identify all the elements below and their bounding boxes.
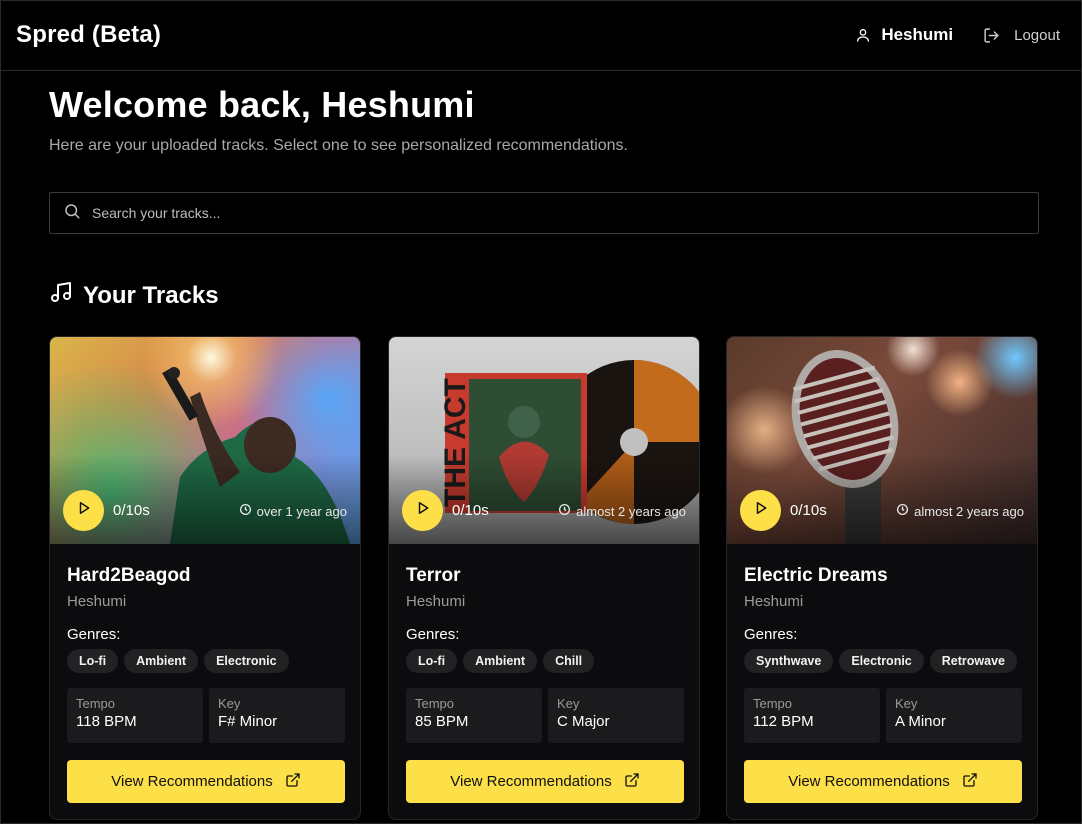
user-icon <box>855 27 871 43</box>
genre-chip: Ambient <box>124 649 199 673</box>
upload-time: over 1 year ago <box>239 503 347 519</box>
section-heading: Your Tracks <box>49 280 219 311</box>
genres-label: Genres: <box>744 626 798 643</box>
key-stat: Key C Major <box>548 688 684 743</box>
music-note-icon <box>49 280 73 311</box>
genre-chip: Ambient <box>463 649 538 673</box>
key-label: Key <box>218 696 241 711</box>
key-label: Key <box>895 696 918 711</box>
tempo-label: Tempo <box>415 696 455 711</box>
logout-label: Logout <box>1014 26 1060 44</box>
tempo-value: 112 BPM <box>753 713 814 730</box>
key-value: F# Minor <box>218 713 278 730</box>
genre-chip: Synthwave <box>744 649 834 673</box>
search-icon <box>63 202 81 225</box>
track-title: Electric Dreams <box>744 565 888 586</box>
external-link-icon <box>962 772 978 792</box>
track-title: Hard2Beagod <box>67 565 191 586</box>
genre-list: Synthwave Electronic Retrowave <box>744 649 1017 673</box>
upload-time: almost 2 years ago <box>558 503 686 519</box>
external-link-icon <box>285 772 301 792</box>
track-artist: Heshumi <box>744 593 804 610</box>
tempo-value: 85 BPM <box>415 713 469 730</box>
track-card[interactable]: 0/10s over 1 year ago Hard2Beagod Heshum… <box>49 336 361 820</box>
key-value: A Minor <box>895 713 946 730</box>
tempo-label: Tempo <box>753 696 793 711</box>
upload-time: almost 2 years ago <box>896 503 1024 519</box>
app-title: Spred (Beta) <box>16 21 162 48</box>
search-input[interactable] <box>92 205 992 221</box>
play-icon <box>77 501 91 520</box>
tempo-stat: Tempo 118 BPM <box>67 688 203 743</box>
genre-chip: Chill <box>543 649 595 673</box>
view-recommendations-button[interactable]: View Recommendations <box>744 760 1022 803</box>
track-artwork: 0/10s almost 2 years ago <box>727 337 1037 544</box>
track-artist: Heshumi <box>406 593 466 610</box>
user-menu[interactable]: Heshumi <box>855 25 953 45</box>
playback-timer: 0/10s <box>790 502 827 519</box>
key-value: C Major <box>557 713 610 730</box>
genre-chip: Lo-fi <box>67 649 119 673</box>
external-link-icon <box>624 772 640 792</box>
playback-timer: 0/10s <box>452 502 489 519</box>
page-title: Welcome back, Heshumi <box>49 84 475 125</box>
header-actions: Heshumi Logout <box>855 25 1060 45</box>
clock-icon <box>239 503 252 519</box>
tempo-label: Tempo <box>76 696 116 711</box>
button-label: View Recommendations <box>111 773 273 790</box>
clock-icon <box>896 503 909 519</box>
track-card[interactable]: THE ACT 0/10s almost 2 years ago Terror … <box>388 336 700 820</box>
upload-time-label: almost 2 years ago <box>914 503 1024 519</box>
genre-chip: Retrowave <box>929 649 1017 673</box>
track-artwork: THE ACT 0/10s almost 2 years ago <box>389 337 699 544</box>
tempo-stat: Tempo 112 BPM <box>744 688 880 743</box>
play-button[interactable] <box>402 490 443 531</box>
logout-button[interactable]: Logout <box>983 27 1060 44</box>
tempo-value: 118 BPM <box>76 713 137 730</box>
view-recommendations-button[interactable]: View Recommendations <box>406 760 684 803</box>
track-artwork: 0/10s over 1 year ago <box>50 337 360 544</box>
genre-chip: Electronic <box>204 649 289 673</box>
track-card[interactable]: 0/10s almost 2 years ago Electric Dreams… <box>726 336 1038 820</box>
track-artist: Heshumi <box>67 593 127 610</box>
top-header: Spred (Beta) Heshumi Logout <box>0 0 1082 71</box>
genre-list: Lo-fi Ambient Electronic <box>67 649 289 673</box>
genre-chip: Lo-fi <box>406 649 458 673</box>
playback-timer: 0/10s <box>113 502 150 519</box>
upload-time-label: almost 2 years ago <box>576 503 686 519</box>
button-label: View Recommendations <box>450 773 612 790</box>
search-bar[interactable] <box>49 192 1039 234</box>
key-label: Key <box>557 696 580 711</box>
genres-label: Genres: <box>67 626 121 643</box>
play-button[interactable] <box>740 490 781 531</box>
logout-icon <box>983 27 1000 44</box>
play-icon <box>754 501 768 520</box>
key-stat: Key A Minor <box>886 688 1022 743</box>
play-icon <box>416 501 430 520</box>
tempo-stat: Tempo 85 BPM <box>406 688 542 743</box>
clock-icon <box>558 503 571 519</box>
genre-list: Lo-fi Ambient Chill <box>406 649 595 673</box>
page-subtitle: Here are your uploaded tracks. Select on… <box>49 137 628 154</box>
track-title: Terror <box>406 565 461 586</box>
upload-time-label: over 1 year ago <box>256 503 347 519</box>
section-title: Your Tracks <box>83 281 219 309</box>
genres-label: Genres: <box>406 626 460 643</box>
genre-chip: Electronic <box>839 649 924 673</box>
username-label: Heshumi <box>881 25 954 44</box>
play-button[interactable] <box>63 490 104 531</box>
view-recommendations-button[interactable]: View Recommendations <box>67 760 345 803</box>
button-label: View Recommendations <box>788 773 950 790</box>
key-stat: Key F# Minor <box>209 688 345 743</box>
